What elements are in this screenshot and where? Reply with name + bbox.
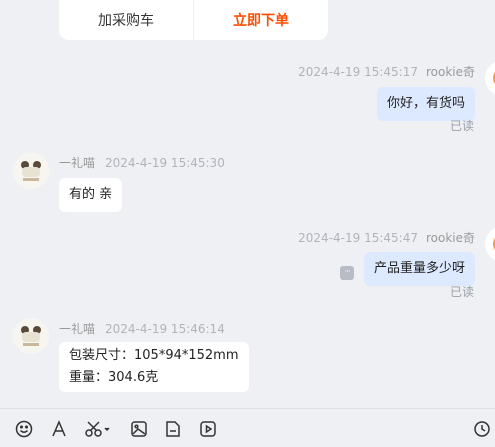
avatar[interactable] (13, 153, 49, 189)
message-time: 2024-4-19 15:45:17 (298, 65, 418, 79)
message-meta: 一礼喵 2024-4-19 15:46:14 (59, 320, 225, 337)
sender-name[interactable]: rookie奇 (426, 231, 475, 245)
message-time: 2024-4-19 15:46:14 (105, 322, 225, 336)
scissors-icon[interactable] (84, 419, 112, 439)
add-to-cart-button[interactable]: 加采购车 (59, 0, 194, 40)
message-bubble[interactable]: 包装尺寸：105*94*152mm 重量：304.6克 (59, 342, 249, 392)
sender-name[interactable]: rookie奇 (426, 65, 475, 79)
message-bubble[interactable]: 你好，有货吗 (376, 87, 475, 121)
message-meta: 2024-4-19 15:45:17 rookie奇 (298, 63, 475, 80)
font-icon[interactable] (49, 419, 69, 439)
message-bubble[interactable]: 有的 亲 (59, 178, 123, 212)
avatar[interactable] (485, 226, 495, 262)
message-line: 包装尺寸：105*94*152mm (69, 348, 239, 363)
sender-name[interactable]: 一礼喵 (59, 156, 95, 170)
read-status: 已读 (449, 119, 474, 133)
buy-now-button[interactable]: 立即下单 (194, 0, 328, 40)
file-icon[interactable] (163, 419, 183, 439)
message-meta: 2024-4-19 15:45:47 rookie奇 (298, 229, 475, 246)
avatar[interactable] (485, 60, 495, 96)
message-time: 2024-4-19 15:45:47 (298, 231, 418, 245)
message-meta: 一礼喵 2024-4-19 15:45:30 (59, 154, 225, 171)
more-options-icon[interactable]: ··· (340, 266, 354, 280)
message-bubble[interactable]: 产品重量多少呀 (363, 252, 475, 286)
message-line: 重量：304.6克 (69, 370, 159, 385)
avatar[interactable] (13, 318, 49, 354)
message-time: 2024-4-19 15:45:30 (105, 156, 225, 170)
input-toolbar (0, 408, 495, 447)
sender-name[interactable]: 一礼喵 (59, 322, 95, 336)
video-icon[interactable] (198, 419, 218, 439)
history-icon[interactable] (472, 419, 492, 439)
emoji-icon[interactable] (14, 419, 34, 439)
image-icon[interactable] (129, 419, 149, 439)
read-status: 已读 (449, 285, 474, 299)
product-card: 加采购车 立即下单 (59, 0, 328, 40)
